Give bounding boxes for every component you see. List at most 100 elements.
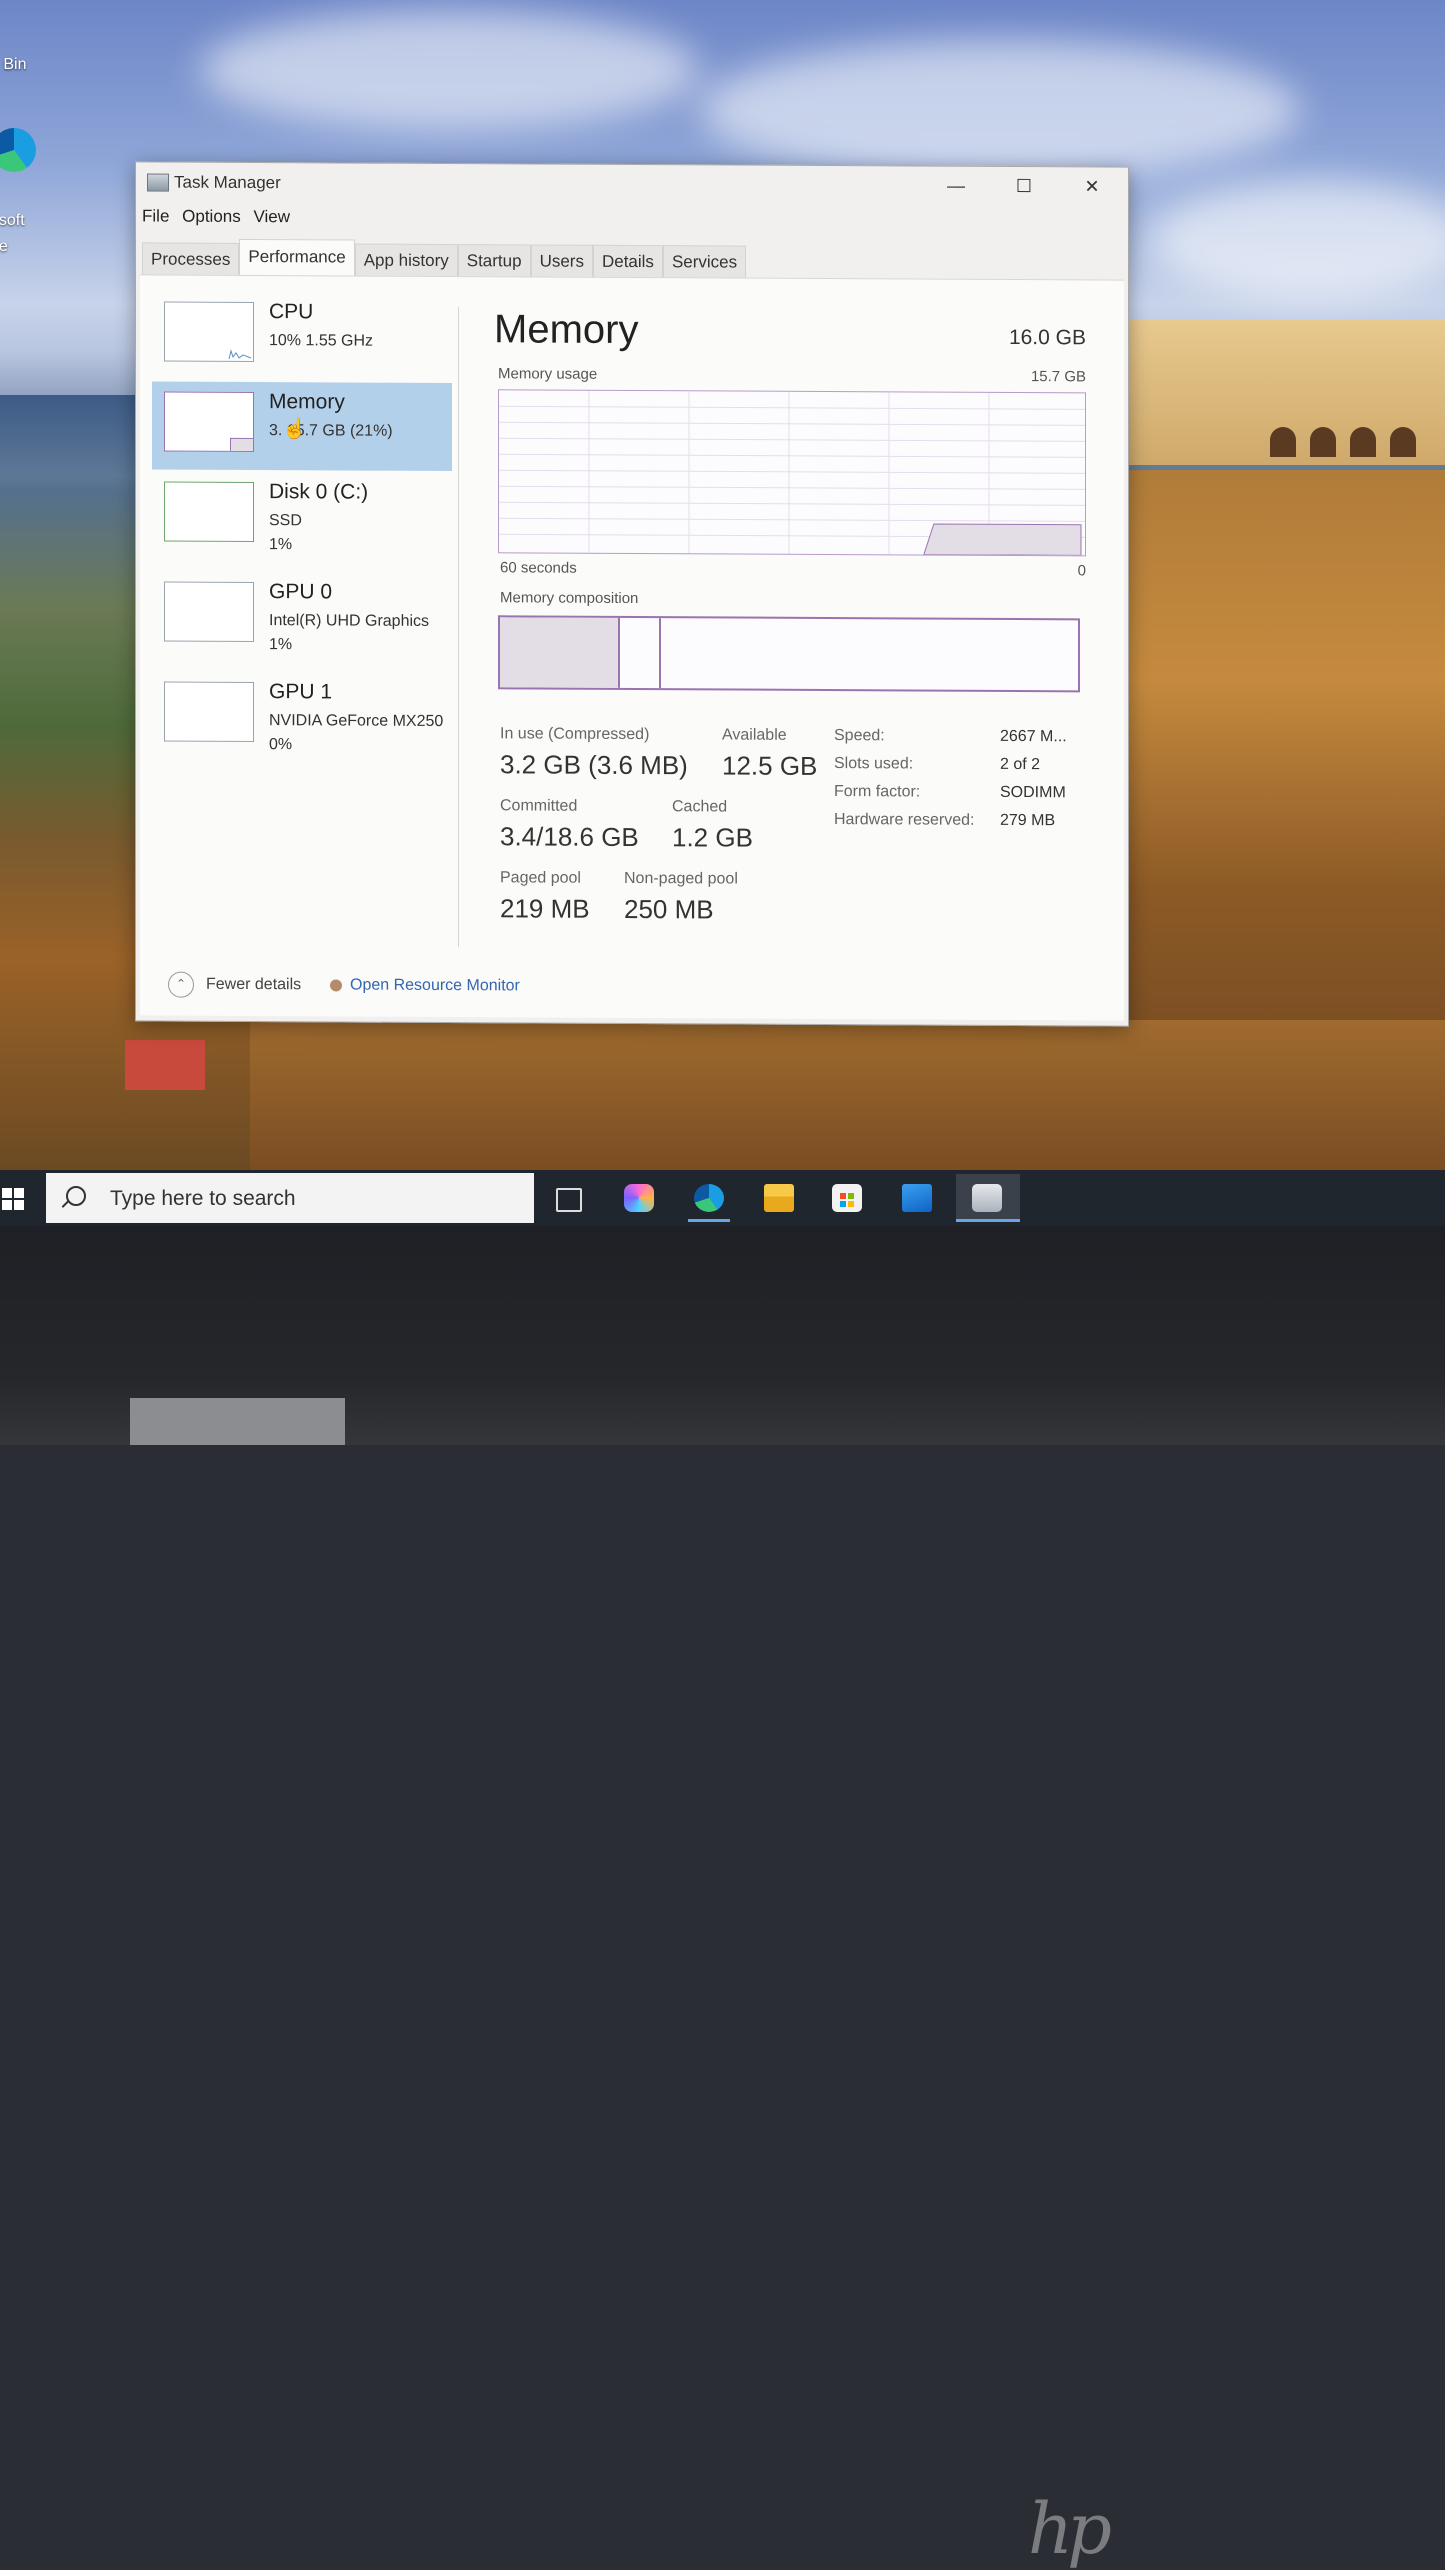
arch [1390, 427, 1416, 457]
copilot-button[interactable] [610, 1174, 668, 1222]
speed-label: Speed: [834, 727, 885, 745]
desktop-icon-label: e Bin [0, 56, 27, 73]
memory-mini-graph [164, 391, 254, 453]
laptop-hinge [130, 1398, 345, 1445]
resource-item-memory[interactable]: Memory 3. 15.7 GB (21%) ☝ [152, 381, 452, 472]
resource-usage: 1% [269, 636, 293, 654]
arch [1310, 427, 1336, 457]
hp-logo: hp [1028, 2488, 1112, 2570]
task-view-button[interactable] [540, 1174, 598, 1222]
red-roof-house [125, 1040, 205, 1090]
taskbar-search-box[interactable]: Type here to search [46, 1173, 534, 1223]
available-value: 12.5 GB [722, 750, 818, 781]
windows-logo-icon [14, 1188, 24, 1198]
resource-item-cpu[interactable]: CPU 10% 1.55 GHz [152, 291, 452, 381]
memory-usage-graph [498, 389, 1086, 557]
taskbar: Type here to search [0, 1170, 1445, 1226]
mail-icon [902, 1184, 932, 1212]
resource-usage: 0% [269, 736, 293, 754]
form-factor-value: SODIMM [1000, 783, 1066, 802]
menu-options[interactable]: Options [182, 207, 241, 226]
memory-usage-graph-svg [499, 390, 1085, 556]
non-paged-pool-label: Non-paged pool [624, 869, 738, 888]
available-label: Available [722, 726, 787, 744]
chevron-up-icon[interactable]: ⌃ [168, 971, 194, 998]
resource-detail: NVIDIA GeForce MX250 [269, 712, 444, 731]
tab-details[interactable]: Details [592, 244, 663, 279]
microsoft-store-icon [832, 1184, 862, 1212]
arch [1270, 427, 1296, 457]
resource-name: GPU 1 [269, 680, 333, 704]
committed-value: 3.4/18.6 GB [500, 821, 639, 853]
tab-performance[interactable]: Performance [239, 238, 355, 277]
hardware-reserved-value: 279 MB [1000, 811, 1056, 830]
running-indicator [688, 1219, 730, 1222]
start-button[interactable] [2, 1188, 24, 1210]
windows-logo-icon [2, 1188, 12, 1198]
title-bar[interactable]: Task Manager — ☐ ✕ [136, 162, 1128, 207]
task-manager-taskbar-button[interactable] [956, 1174, 1020, 1222]
store-square [840, 1193, 846, 1199]
store-square [840, 1201, 846, 1207]
arch [1350, 427, 1376, 457]
memory-usage-max: 15.7 GB [1030, 368, 1086, 386]
tab-startup[interactable]: Startup [457, 244, 531, 278]
graph-axis-right: 0 [1077, 562, 1086, 580]
resource-item-gpu1[interactable]: GPU 1 NVIDIA GeForce MX250 0% [152, 671, 452, 761]
resource-name: Disk 0 (C:) [269, 480, 369, 504]
in-use-value: 3.2 GB (3.6 MB) [500, 749, 688, 781]
cliff-base [250, 1020, 1445, 1170]
tab-app-history[interactable]: App history [354, 243, 458, 278]
cloud [200, 10, 700, 130]
copilot-icon [624, 1184, 654, 1212]
paged-pool-value: 219 MB [500, 893, 590, 924]
memory-composition-label: Memory composition [500, 589, 639, 608]
store-square [848, 1201, 854, 1207]
composition-modified [621, 617, 661, 689]
cloud [700, 40, 1300, 180]
paged-pool-label: Paged pool [500, 869, 581, 887]
slots-used-label: Slots used: [834, 755, 914, 773]
task-manager-icon [147, 173, 169, 192]
resource-item-disk[interactable]: Disk 0 (C:) SSD 1% [152, 471, 452, 561]
running-indicator [956, 1219, 1020, 1222]
distant-mountains [0, 395, 150, 475]
fewer-details-link[interactable]: Fewer details [206, 976, 301, 994]
desktop-icon-recycle-bin[interactable]: e Bin [0, 56, 50, 74]
slots-used-value: 2 of 2 [1000, 755, 1041, 774]
building [1120, 320, 1445, 465]
cached-value: 1.2 GB [672, 822, 753, 853]
file-explorer-button[interactable] [750, 1174, 808, 1222]
resource-name: GPU 0 [269, 580, 333, 604]
tab-users[interactable]: Users [530, 244, 593, 278]
memory-usage-area [923, 523, 1082, 556]
menu-view[interactable]: View [253, 207, 290, 226]
page-title: Memory [494, 307, 639, 353]
menu-bar: File Options View [142, 206, 298, 227]
cpu-mini-graph-line [228, 349, 252, 360]
laptop-bezel: hp [0, 1226, 1445, 2570]
edge-icon[interactable] [0, 128, 36, 172]
desktop-icon-edge-label[interactable]: osoft ge [0, 208, 50, 260]
tab-processes[interactable]: Processes [142, 242, 240, 276]
maximize-button[interactable]: ☐ [1002, 171, 1046, 201]
open-resource-monitor-link[interactable]: Open Resource Monitor [350, 977, 520, 996]
store-square [848, 1193, 854, 1199]
resource-detail: Intel(R) UHD Graphics [269, 612, 430, 630]
mail-button[interactable] [888, 1174, 946, 1222]
resource-item-gpu0[interactable]: GPU 0 Intel(R) UHD Graphics 1% [152, 571, 452, 661]
search-placeholder: Type here to search [110, 1187, 296, 1210]
microsoft-store-button[interactable] [818, 1174, 876, 1222]
edge-taskbar-button[interactable] [680, 1174, 738, 1222]
resource-name: CPU [269, 300, 314, 324]
tab-services[interactable]: Services [662, 245, 747, 279]
resource-monitor-icon [330, 979, 342, 992]
cached-label: Cached [672, 798, 728, 816]
gpu0-mini-graph [164, 581, 254, 643]
menu-file[interactable]: File [142, 206, 169, 225]
form-factor-label: Form factor: [834, 783, 921, 801]
minimize-button[interactable]: — [934, 171, 978, 201]
close-button[interactable]: ✕ [1070, 171, 1114, 201]
in-use-label: In use (Compressed) [500, 725, 650, 744]
task-manager-icon [972, 1184, 1002, 1212]
